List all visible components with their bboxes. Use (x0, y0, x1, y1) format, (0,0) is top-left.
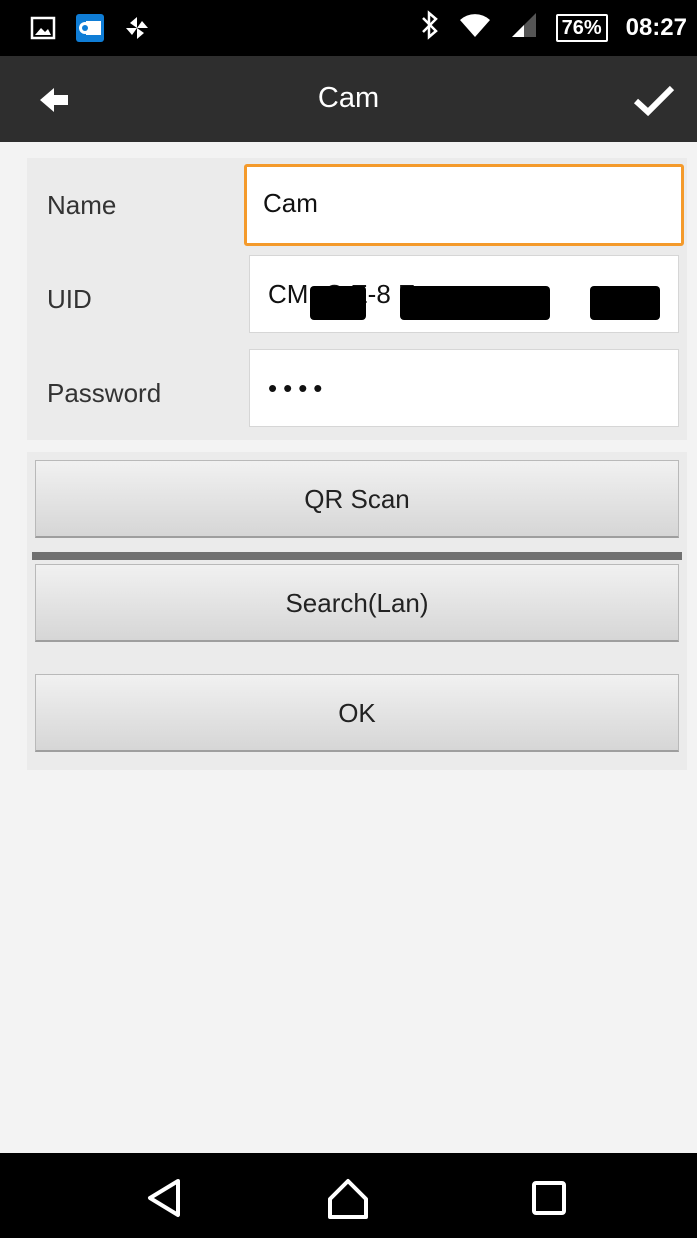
battery-indicator: 76% (555, 13, 608, 42)
status-bar: 76% 08:27 (0, 0, 697, 56)
recents-square-icon[interactable] (520, 1173, 580, 1223)
action-buttons: QR Scan Search(Lan) OK (27, 452, 687, 770)
name-label: Name (47, 190, 117, 220)
camera-form: Name Cam UID CM -C E-8 E Password •••• (27, 158, 687, 440)
redaction-block (310, 286, 366, 320)
status-left-icons (30, 14, 150, 47)
password-row: Password •••• (27, 348, 687, 432)
qr-scan-button[interactable]: QR Scan (35, 460, 679, 538)
search-lan-button[interactable]: Search(Lan) (35, 564, 679, 642)
checkmark-icon[interactable] (631, 78, 677, 122)
cell-signal-icon (510, 11, 538, 44)
outlook-mail-icon (76, 14, 104, 47)
divider (32, 552, 682, 560)
password-input[interactable]: •••• (249, 349, 679, 427)
pinwheel-app-icon (124, 15, 150, 46)
uid-label: UID (47, 284, 92, 314)
name-input[interactable]: Cam (244, 164, 684, 246)
action-bar: Cam (0, 56, 697, 142)
image-notification-icon (30, 15, 56, 46)
navigation-bar (0, 1153, 697, 1238)
redaction-block (590, 286, 660, 320)
name-row: Name Cam (27, 160, 687, 246)
back-triangle-icon[interactable] (138, 1173, 198, 1223)
bluetooth-icon (420, 10, 440, 45)
wifi-icon (458, 11, 492, 44)
page-title: Cam (317, 82, 380, 114)
status-right-icons: 76% 08:27 (420, 10, 687, 45)
redaction-block (400, 286, 550, 320)
uid-row: UID CM -C E-8 E (27, 254, 687, 338)
uid-input[interactable]: CM -C E-8 E (249, 255, 679, 333)
password-label: Password (47, 378, 162, 408)
home-icon[interactable] (318, 1173, 378, 1223)
status-clock: 08:27 (625, 13, 687, 41)
ok-button[interactable]: OK (35, 674, 679, 752)
